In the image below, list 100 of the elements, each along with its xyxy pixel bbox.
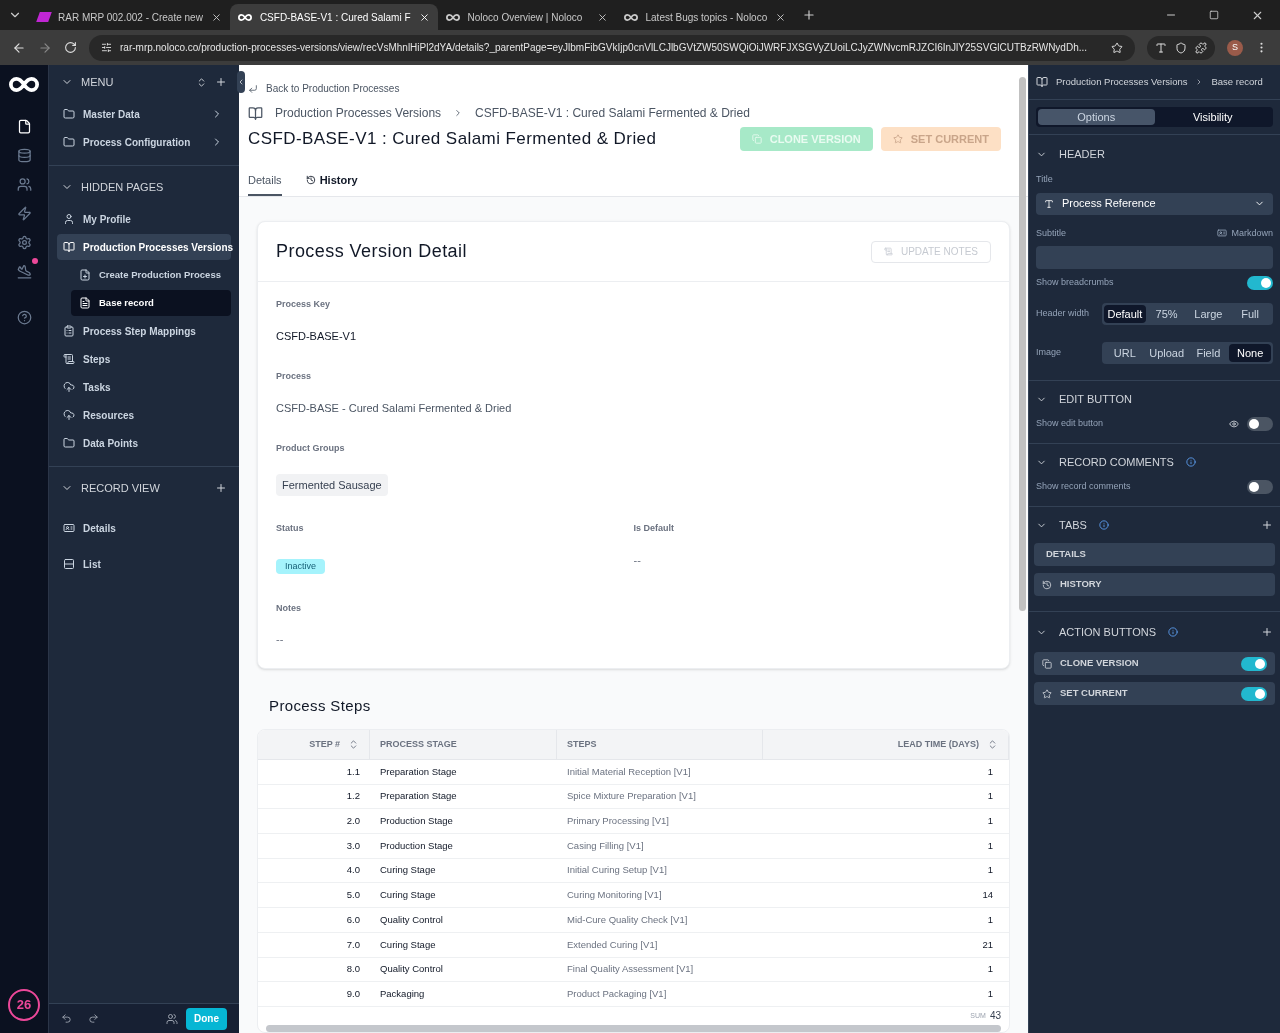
segment-option[interactable]: Large: [1187, 305, 1230, 323]
id-card-icon: [63, 522, 75, 534]
sidebar-item[interactable]: Base record: [71, 290, 231, 316]
reload-icon[interactable]: [64, 41, 77, 54]
table-cell-text: 2.0: [345, 814, 361, 829]
horizontal-scrollbar[interactable]: [266, 1024, 1001, 1032]
action-button-item[interactable]: CLONE VERSION: [1034, 652, 1275, 675]
page-tab[interactable]: Details: [248, 171, 282, 196]
table-cell-text: 21: [981, 937, 994, 952]
segment-option[interactable]: Upload: [1145, 344, 1188, 362]
sidebar-item[interactable]: Data Points: [57, 430, 231, 456]
undo-icon[interactable]: [61, 1013, 72, 1024]
vertical-scrollbar[interactable]: [1019, 77, 1026, 611]
add-icon[interactable]: [215, 76, 227, 88]
breadcrumb-link[interactable]: Production Processes Versions: [1056, 74, 1188, 90]
sidebar-item[interactable]: Tasks: [57, 374, 231, 400]
column-header[interactable]: LEAD TIME (DAYS): [763, 730, 1009, 759]
back-link[interactable]: Back to Production Processes: [266, 81, 400, 96]
mode-tab[interactable]: Options: [1038, 109, 1155, 125]
info-icon[interactable]: [1185, 457, 1196, 467]
segment-option[interactable]: None: [1229, 344, 1271, 362]
new-tab-icon[interactable]: [802, 8, 817, 22]
forward-icon[interactable]: [38, 40, 52, 55]
book-icon: [248, 105, 263, 121]
browser-tab[interactable]: CSFD-BASE-V1 : Cured Salami F: [229, 4, 438, 30]
status-badge: Inactive: [276, 558, 326, 574]
tab-item[interactable]: HISTORY: [1034, 573, 1275, 596]
info-icon[interactable]: [1098, 520, 1109, 530]
bolt-icon[interactable]: [16, 206, 32, 221]
sum-value: 43: [989, 1009, 1001, 1024]
segment-option[interactable]: Field: [1187, 344, 1230, 362]
browser-tab[interactable]: RAR MRP 002.002 - Create new: [30, 4, 230, 30]
breadcrumb-link[interactable]: Production Processes Versions: [275, 104, 442, 122]
redo-icon[interactable]: [88, 1013, 99, 1024]
segment-option[interactable]: URL: [1104, 344, 1146, 362]
maximize-icon[interactable]: [1209, 10, 1219, 20]
close-icon[interactable]: [775, 11, 787, 23]
close-icon[interactable]: [418, 11, 430, 23]
collapse-handle[interactable]: [237, 71, 245, 93]
users-icon[interactable]: [166, 1012, 178, 1025]
address-bar[interactable]: rar-mrp.noloco.co/production-processes-versions/view/recVsMhnlHiPl2dYA/details?_parentPage=eyJlbmFibGVkIjp0cnVlLCJlbGVtZW50SWQiOiJWRFJXSGVyZUoiLCJyZWNvcmRJZCI6InJlY25SVGlCUTBzRWNydDh...: [89, 34, 1135, 61]
add-icon[interactable]: [1261, 626, 1273, 638]
table-cell-text: 1: [986, 863, 994, 878]
puzzle-icon[interactable]: [1195, 41, 1207, 54]
profile-avatar[interactable]: S: [1227, 39, 1243, 56]
toggle-switch[interactable]: [1247, 417, 1273, 431]
segment-option[interactable]: 75%: [1145, 305, 1188, 323]
add-icon[interactable]: [1261, 519, 1273, 531]
help-icon[interactable]: [16, 310, 32, 325]
action-button-item[interactable]: SET CURRENT: [1034, 682, 1275, 705]
field-label: Is Default: [633, 522, 675, 535]
sidebar-item[interactable]: Create Production Process: [71, 262, 231, 288]
close-icon[interactable]: [210, 11, 222, 23]
column-header[interactable]: STEP #: [258, 730, 370, 759]
bookmark-star-icon[interactable]: [1111, 41, 1123, 54]
markdown-icon: [1217, 228, 1228, 239]
segment-option[interactable]: Full: [1229, 305, 1271, 323]
browser-tab[interactable]: Noloco Overview | Noloco: [437, 4, 616, 30]
plane-icon[interactable]: [16, 264, 32, 279]
toggle-switch[interactable]: [1241, 686, 1267, 701]
title-select[interactable]: Process Reference: [1036, 192, 1273, 215]
site-settings-icon[interactable]: [101, 42, 112, 53]
breadcrumb-link[interactable]: CSFD-BASE-V1 : Cured Salami Fermented & Dried: [475, 104, 750, 122]
sidebar-item[interactable]: Production Processes Versions: [57, 234, 231, 260]
column-header[interactable]: STEPS: [557, 730, 763, 759]
sidebar-item[interactable]: List: [57, 551, 231, 577]
sidebar-item[interactable]: Process Configuration: [57, 129, 231, 155]
breadcrumb-link[interactable]: Base record: [1211, 74, 1263, 90]
settings-icon[interactable]: [16, 235, 32, 250]
count-badge[interactable]: 26: [8, 989, 40, 1021]
segment-option[interactable]: Default: [1104, 305, 1146, 323]
sidebar-item[interactable]: Steps: [57, 346, 231, 372]
mode-tab[interactable]: Visibility: [1154, 109, 1271, 125]
database-icon[interactable]: [16, 148, 32, 163]
sidebar-item[interactable]: Details: [57, 515, 231, 541]
add-icon[interactable]: [215, 482, 227, 494]
toggle-switch[interactable]: [1241, 656, 1267, 671]
page-tab[interactable]: History: [305, 171, 358, 196]
table-cell-text: Curing Stage: [379, 863, 437, 878]
field-label: Product Groups: [276, 442, 346, 455]
info-icon[interactable]: [1168, 627, 1178, 637]
page-icon[interactable]: [16, 119, 32, 134]
sort-icon[interactable]: [196, 76, 207, 88]
toggle-switch[interactable]: [1247, 276, 1273, 290]
users-icon[interactable]: [16, 177, 32, 192]
sidebar-item[interactable]: My Profile: [57, 206, 231, 232]
column-header[interactable]: PROCESS STAGE: [370, 730, 557, 759]
browser-tab[interactable]: Latest Bugs topics - Noloco: [615, 4, 795, 30]
markdown-link[interactable]: Markdown: [1231, 226, 1273, 240]
sidebar-item[interactable]: Process Step Mappings: [57, 318, 231, 344]
extension-icon[interactable]: [1155, 41, 1167, 54]
eye-icon[interactable]: [1229, 419, 1239, 429]
tab-item[interactable]: DETAILS: [1034, 543, 1275, 566]
close-icon[interactable]: [596, 11, 608, 23]
sidebar-item[interactable]: Resources: [57, 402, 231, 428]
sidebar-item[interactable]: Master Data: [57, 101, 231, 127]
back-icon[interactable]: [12, 40, 26, 55]
toggle-switch[interactable]: [1247, 480, 1273, 494]
subtitle-input[interactable]: [1036, 246, 1273, 269]
password-manager-icon[interactable]: [1175, 41, 1187, 54]
